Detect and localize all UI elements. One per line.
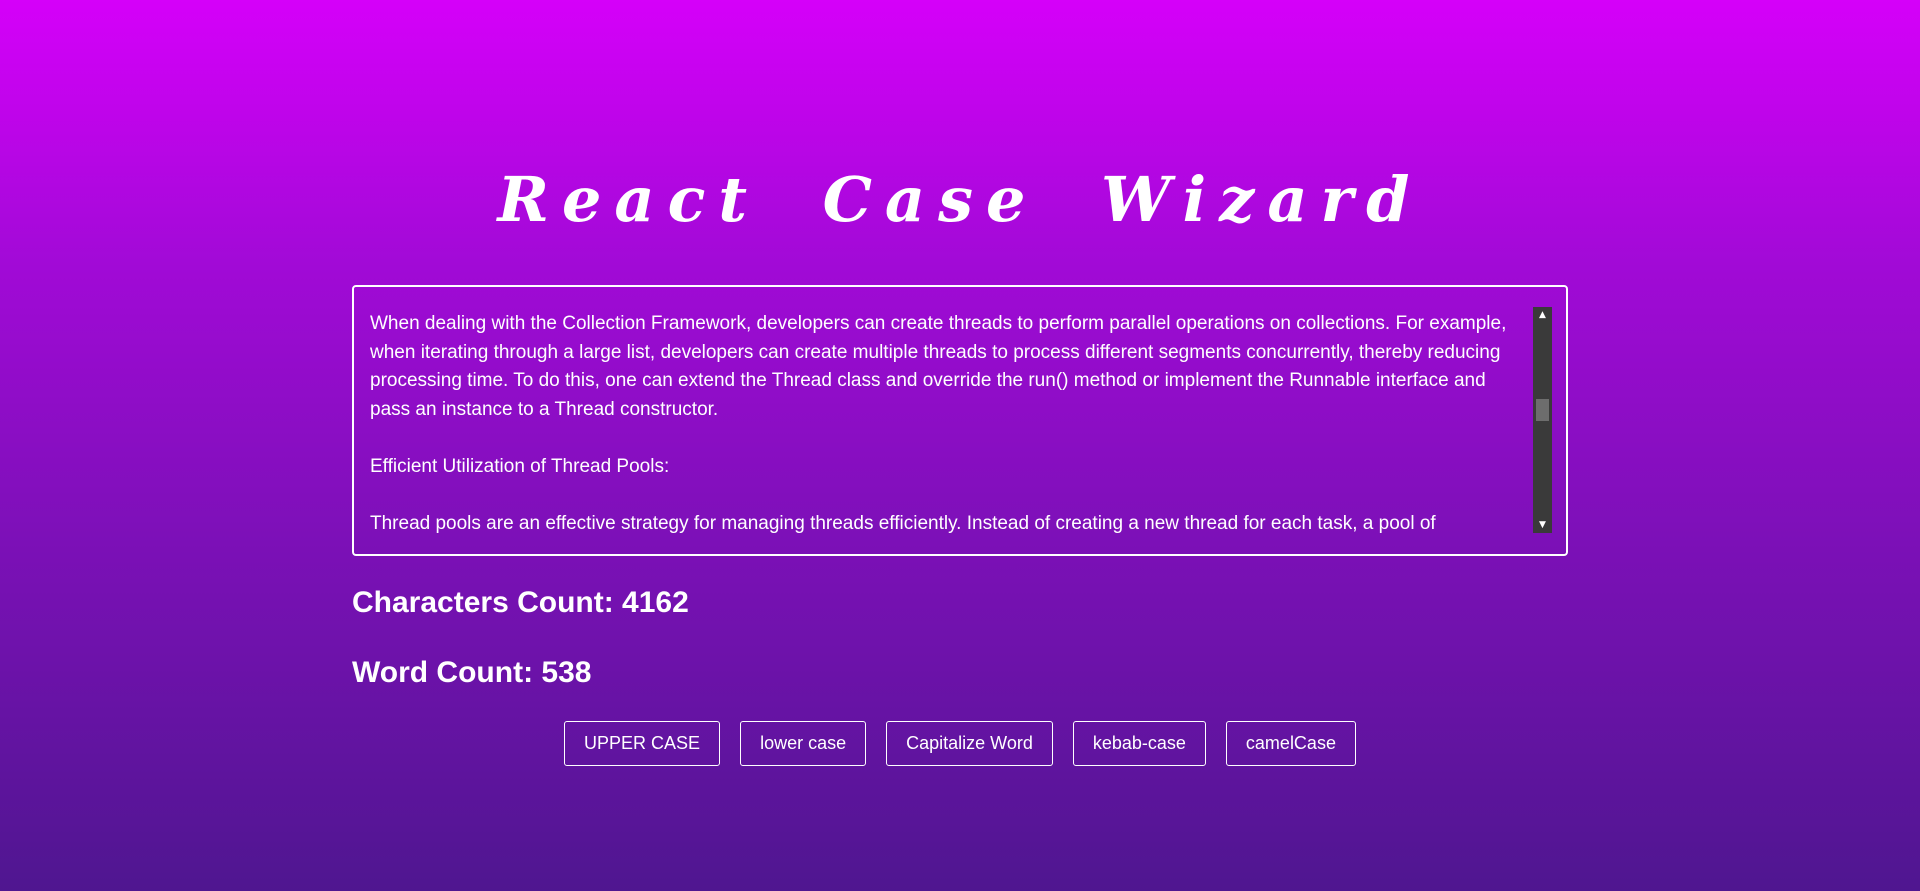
vertical-scrollbar[interactable]: ▲ ▼ — [1533, 307, 1552, 533]
text-paragraph: Efficient Utilization of Thread Pools: — [370, 455, 670, 477]
text-paragraph: When dealing with the Collection Framewo… — [370, 313, 1507, 420]
page-title: React Case Wizard — [497, 163, 1423, 236]
scroll-down-icon[interactable]: ▼ — [1533, 517, 1552, 533]
text-input-area[interactable]: When dealing with the Collection Framewo… — [352, 285, 1568, 556]
kebab-case-button[interactable]: kebab-case — [1072, 721, 1206, 766]
upper-case-button[interactable]: UPPER CASE — [564, 721, 721, 766]
word-count: Word Count: 538 — [352, 656, 592, 689]
scrollbar-thumb[interactable] — [1536, 399, 1549, 421]
case-buttons: UPPER CASE lower case Capitalize Word ke… — [0, 721, 1920, 766]
text-content[interactable]: When dealing with the Collection Framewo… — [370, 310, 1520, 536]
lower-case-button[interactable]: lower case — [740, 721, 867, 766]
capitalize-word-button[interactable]: Capitalize Word — [886, 721, 1053, 766]
characters-count: Characters Count: 4162 — [352, 586, 689, 619]
text-paragraph: Thread pools are an effective strategy f… — [370, 513, 1436, 535]
camel-case-button[interactable]: camelCase — [1225, 721, 1356, 766]
scroll-up-icon[interactable]: ▲ — [1533, 307, 1552, 323]
